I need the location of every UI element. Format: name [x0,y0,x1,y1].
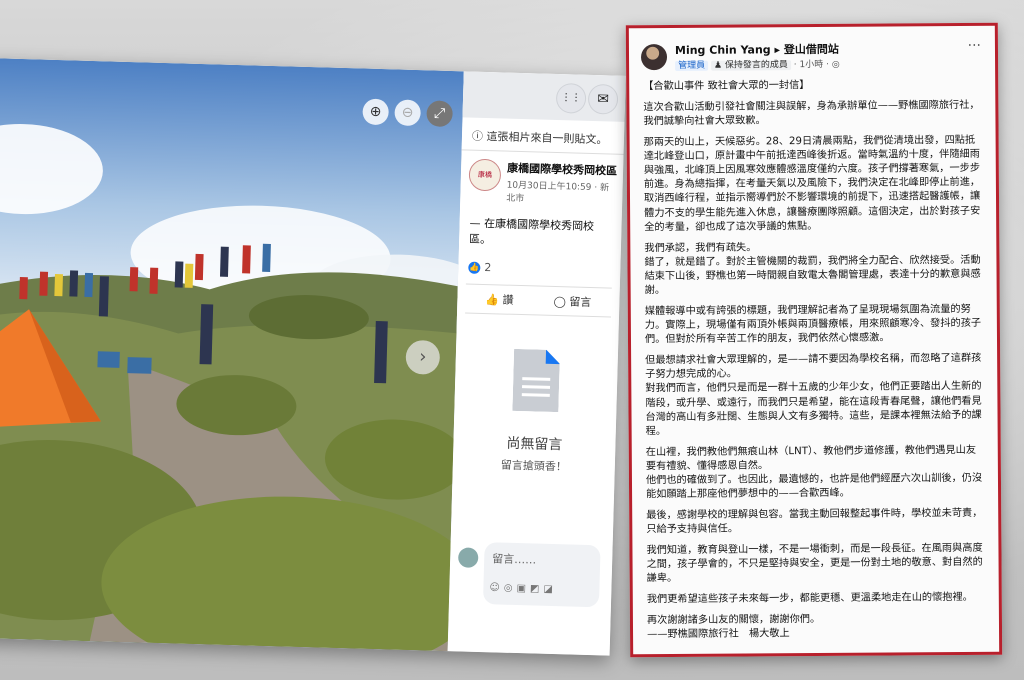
admin-badge: 管理員 [675,60,709,71]
post-title: 【合歡山事件 致社會大眾的一封信】 [643,80,810,93]
post-paragraph: 我們承認，我們有疏失。 錯了，就是錯了。對於主管機關的裁罰，我們將全力配合、欣然… [644,241,981,297]
member-badge-label: 保持發言的成員 [724,60,788,71]
post-badges: 管理員 ♟ 保持發言的成員 · 1小時 · ◎ [675,57,840,71]
post-paragraph: 那兩天的山上，天候惡劣。28、29日清晨兩點，我們從清境出發，四點抵達北峰登山口… [643,134,981,234]
post-photo: ⊕ ⊖ ⤢ › [0,58,464,652]
post-timestamp[interactable]: 10月30日上午10:59 · 新北市 [506,178,617,207]
photo-source-notice: ⓘ 這張相片來自一則貼文。 [461,117,625,155]
post-paragraph: 最後，感謝學校的理解與包容。當我主動回報整起事件時，學校並未苛責，只給予支持與信… [646,507,983,536]
empty-comments: 尚無留言 留言搶頭香！ [453,347,618,475]
comment-input[interactable]: 留言…… ☺◎▣◩◪ [482,542,601,608]
post-paragraph: 再次謝謝諸多山友的關懷，謝謝你們。 ——野樵國際旅行社 楊大敬上 [646,613,821,641]
info-icon: ⓘ [471,129,487,144]
like-count: 2 [484,260,492,275]
messenger-icon[interactable]: ✉ [588,84,618,114]
post-card-header: Ming Chin Yang ▸ 登山借問站 管理員 ♟ 保持發言的成員 · 1… [629,26,995,79]
post-time[interactable]: 1小時 [799,60,823,70]
like-button-label: 讚 [502,293,514,307]
like-button[interactable]: 👍 讚 [485,291,514,308]
page-name-link[interactable]: 康橋國際學校秀岡校區 [507,160,617,179]
caret-icon: ▸ [774,43,784,57]
post-paragraph: 這次合歡山活動引發社會關注與誤解，身為承辦單位——野樵國際旅行社，我們誠摯向社會… [643,99,980,128]
document-icon [512,349,560,412]
avatar[interactable] [640,44,668,71]
post-actions: 👍 讚 ◯ 留言 [465,283,612,318]
page-logo[interactable]: 康橋 [468,158,502,192]
author-name[interactable]: Ming Chin Yang [675,43,771,57]
no-comments-subtitle: 留言搶頭香！ [500,458,567,474]
post-sidebar: ⋮⋮ ✉ ⓘ 這張相片來自一則貼文。 康橋 康橋國際學校秀岡校區 10月30日上… [447,71,626,656]
photo-viewer: ⊕ ⊖ ⤢ › ⋮⋮ ✉ ⓘ 這張相片來自一則貼文。 康橋 康橋國際學校秀岡校區… [0,58,626,656]
group-name[interactable]: 登山借問站 [784,43,839,56]
post-author-line: Ming Chin Yang ▸ 登山借問站 [675,41,839,58]
globe-icon: ◎ [831,59,840,70]
menu-grid-icon[interactable]: ⋮⋮ [556,83,586,113]
comment-button[interactable]: ◯ 留言 [553,293,591,310]
post-paragraph: 我們知道，教育與登山一樣，不是一場衝刺，而是一段長征。在風雨與高度之間，孩子學會… [646,542,983,585]
sidebar-header: ⋮⋮ ✉ [462,71,626,122]
like-icon: 👍 [468,261,481,274]
post-header: 康橋 康橋國際學校秀岡校區 10月30日上午10:59 · 新北市 [460,150,624,211]
post-caption: — 在康橋國際學校秀岡校區。 [468,216,595,247]
post-body: 【合歡山事件 致社會大眾的一封信】這次合歡山活動引發社會關注與誤解，身為承辦單位… [643,78,987,649]
notice-text: 這張相片來自一則貼文。 [486,130,608,147]
comment-placeholder: 留言…… [492,552,537,567]
mountain-scene [0,58,464,652]
avatar [457,547,479,568]
post-paragraph: 但最想請求社會大眾理解的，是——請不要因為學校名稱，而忽略了這群孩子努力想完成的… [645,352,982,438]
post-paragraph: 媒體報導中或有誇張的標題，我們理解記者為了呈現現場氛圍為流量的努力。實際上，現場… [644,303,982,346]
post-paragraph: 我們更希望這些孩子未來每一步，都能更穩、更溫柔地走在山的懷抱裡。 [646,591,973,606]
group-post-card: Ming Chin Yang ▸ 登山借問站 管理員 ♟ 保持發言的成員 · 1… [625,22,1003,658]
like-summary[interactable]: 👍 2 [458,254,621,284]
comment-tool-icons[interactable]: ☺◎▣◩◪ [489,582,557,595]
no-comments-title: 尚無留言 [506,435,563,454]
comment-button-label: 留言 [569,295,592,309]
post-paragraph: 在山裡，我們教他們無痕山林（LNT）、教他們步道修護，教他們遇見山友要有禮貌、懂… [645,444,983,501]
more-options-icon[interactable]: ··· [968,38,981,54]
comment-composer: 留言…… ☺◎▣◩◪ [457,541,607,609]
member-badge: ♟ 保持發言的成員 [710,60,791,71]
